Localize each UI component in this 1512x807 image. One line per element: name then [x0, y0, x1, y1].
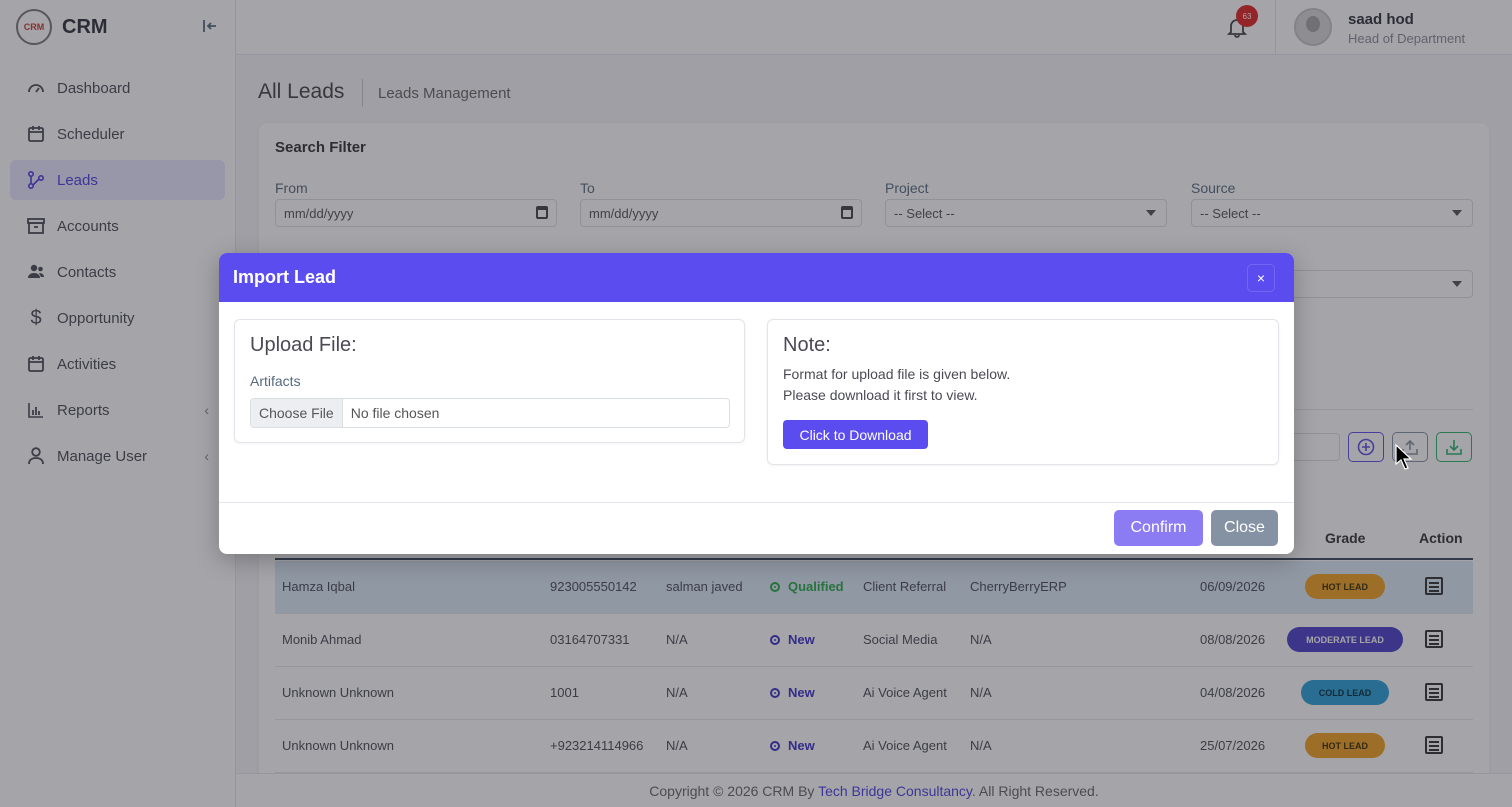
note-panel: Note: Format for upload file is given be… — [767, 319, 1279, 465]
close-icon[interactable]: × — [1248, 265, 1274, 291]
modal-title: Import Lead — [233, 267, 337, 287]
upload-heading: Upload File: — [250, 334, 357, 356]
import-lead-modal: Import Lead × Upload File: Artifacts Cho… — [219, 253, 1294, 554]
upload-panel: Upload File: Artifacts Choose File No fi… — [234, 319, 745, 443]
download-template-button[interactable]: Click to Download — [783, 420, 928, 449]
note-line-2: Please download it first to view. — [783, 387, 978, 403]
choose-file-button[interactable]: Choose File — [251, 399, 343, 427]
note-line-1: Format for upload file is given below. — [783, 366, 1011, 382]
confirm-button[interactable]: Confirm — [1114, 510, 1203, 546]
note-heading: Note: — [783, 334, 831, 356]
divider — [219, 502, 1294, 503]
modal-header: Import Lead × — [219, 253, 1294, 302]
close-button[interactable]: Close — [1211, 510, 1278, 546]
mouse-cursor-icon — [1395, 444, 1413, 470]
file-input[interactable]: Choose File No file chosen — [250, 398, 730, 428]
artifacts-label: Artifacts — [250, 373, 301, 389]
file-status: No file chosen — [350, 405, 440, 421]
